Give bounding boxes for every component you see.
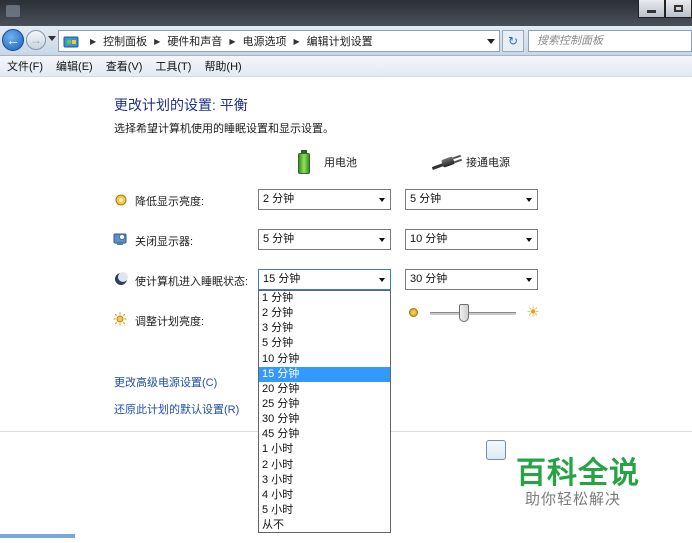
page-description: 选择希望计算机使用的睡眠设置和显示设置。 xyxy=(114,123,334,135)
column-label-battery: 用电池 xyxy=(324,157,357,169)
address-dropdown-button[interactable] xyxy=(487,39,495,44)
address-toolbar: ← → ▶ 控制面板 ▶ 硬件和声音 ▶ 电源选项 ▶ 编辑计划设置 ↻ 搜索控… xyxy=(0,26,692,56)
save-changes-button[interactable] xyxy=(486,440,506,460)
menu-bar: 文件(F) 编辑(E) 查看(V) 工具(T) 帮助(H) xyxy=(0,56,692,77)
back-button[interactable]: ← xyxy=(2,29,24,51)
battery-icon xyxy=(298,150,310,174)
minimize-icon xyxy=(647,9,656,13)
breadcrumb-item[interactable]: 电源选项 xyxy=(242,33,286,49)
sleep-battery-dropdown-list: 1 分钟 2 分钟 3 分钟 5 分钟 10 分钟 15 分钟 20 分钟 25 分钟 30 分… xyxy=(258,290,391,533)
turn-off-display-battery-select[interactable]: 5 分钟 xyxy=(258,229,391,250)
chevron-down-icon xyxy=(526,238,532,242)
chevron-down-icon xyxy=(526,278,532,282)
maximize-icon xyxy=(674,5,683,12)
refresh-icon: ↻ xyxy=(507,34,519,48)
select-value: 5 分钟 xyxy=(263,233,295,245)
chevron-right-icon[interactable]: ▶ xyxy=(293,37,299,46)
chevron-down-icon xyxy=(379,278,385,282)
dropdown-option[interactable]: 15 分钟 xyxy=(259,366,390,382)
select-value: 15 分钟 xyxy=(263,273,301,285)
dropdown-option[interactable]: 3 小时 xyxy=(259,473,390,488)
menu-view[interactable]: 查看(V) xyxy=(99,58,149,74)
dropdown-option[interactable]: 5 小时 xyxy=(259,503,390,518)
select-value: 30 分钟 xyxy=(410,273,448,285)
sleep-icon xyxy=(115,272,128,285)
watermark-title: 百科全说 xyxy=(516,457,640,490)
brightness-high-icon: ☀ xyxy=(526,304,540,321)
advanced-settings-link[interactable]: 更改高级电源设置(C) xyxy=(114,374,217,390)
arrow-right-icon: → xyxy=(30,33,42,47)
address-bar[interactable]: ▶ 控制面板 ▶ 硬件和声音 ▶ 电源选项 ▶ 编辑计划设置 xyxy=(58,30,500,52)
dim-display-battery-select[interactable]: 2 分钟 xyxy=(258,189,391,210)
dropdown-option[interactable]: 45 分钟 xyxy=(259,427,390,442)
monitor-icon xyxy=(113,233,127,245)
dropdown-option[interactable]: 2 分钟 xyxy=(259,306,390,321)
breadcrumb-item[interactable]: 硬件和声音 xyxy=(167,33,222,49)
column-header-battery: 用电池 xyxy=(298,150,357,174)
chevron-down-icon xyxy=(379,238,385,242)
dropdown-option[interactable]: 4 小时 xyxy=(259,488,390,503)
refresh-button[interactable]: ↻ xyxy=(502,30,524,52)
turn-off-display-plugged-select[interactable]: 10 分钟 xyxy=(405,229,538,250)
column-label-plugged: 接通电源 xyxy=(466,157,510,169)
select-value: 2 分钟 xyxy=(263,193,295,205)
chevron-right-icon[interactable]: ▶ xyxy=(90,37,96,46)
menu-file[interactable]: 文件(F) xyxy=(0,58,49,74)
dropdown-option[interactable]: 从不 xyxy=(259,518,390,533)
dropdown-option[interactable]: 1 分钟 xyxy=(259,291,390,306)
select-value: 5 分钟 xyxy=(410,193,442,205)
breadcrumb: ▶ 控制面板 ▶ 硬件和声音 ▶ 电源选项 ▶ 编辑计划设置 xyxy=(83,31,373,51)
title-bar xyxy=(0,0,692,26)
brightness-slider-track[interactable] xyxy=(430,312,516,315)
power-plug-icon xyxy=(431,154,463,170)
column-header-plugged: 接通电源 xyxy=(431,150,510,174)
control-panel-icon xyxy=(63,36,79,48)
setting-label-turn-off-display: 关闭显示器: xyxy=(135,236,194,248)
dropdown-option[interactable]: 10 分钟 xyxy=(259,352,390,367)
dropdown-option[interactable]: 25 分钟 xyxy=(259,397,390,412)
brightness-slider-thumb[interactable] xyxy=(459,304,469,322)
dropdown-option[interactable]: 30 分钟 xyxy=(259,412,390,427)
chevron-right-icon[interactable]: ▶ xyxy=(229,37,235,46)
setting-label-dim-display: 降低显示亮度: xyxy=(135,196,205,208)
window-icon xyxy=(6,5,20,17)
menu-help[interactable]: 帮助(H) xyxy=(197,58,247,74)
sleep-battery-select[interactable]: 15 分钟 xyxy=(258,269,391,290)
brightness-low-icon xyxy=(409,308,418,317)
sleep-plugged-select[interactable]: 30 分钟 xyxy=(405,269,538,290)
dropdown-option[interactable]: 20 分钟 xyxy=(259,382,390,397)
menu-edit[interactable]: 编辑(E) xyxy=(49,58,99,74)
minimize-button[interactable] xyxy=(638,0,665,18)
breadcrumb-item[interactable]: 编辑计划设置 xyxy=(307,33,373,49)
chevron-down-icon xyxy=(379,198,385,202)
arrow-left-icon: ← xyxy=(6,32,20,48)
menu-tools[interactable]: 工具(T) xyxy=(148,58,197,74)
status-strip xyxy=(0,534,75,538)
dropdown-option[interactable]: 2 小时 xyxy=(259,458,390,473)
search-input[interactable]: 搜索控制面板 xyxy=(528,30,692,52)
brightness-icon xyxy=(115,194,127,206)
window-controls xyxy=(638,0,692,18)
chevron-right-icon[interactable]: ▶ xyxy=(154,37,160,46)
page-title: 更改计划的设置: 平衡 xyxy=(114,97,248,113)
maximize-button[interactable] xyxy=(665,0,692,18)
dim-display-plugged-select[interactable]: 5 分钟 xyxy=(405,189,538,210)
forward-button[interactable]: → xyxy=(26,30,46,50)
breadcrumb-item[interactable]: 控制面板 xyxy=(103,33,147,49)
chevron-down-icon xyxy=(526,198,532,202)
setting-label-brightness: 调整计划亮度: xyxy=(135,316,205,328)
dropdown-option[interactable]: 1 小时 xyxy=(259,442,390,457)
recent-pages-dropdown[interactable] xyxy=(48,36,56,41)
restore-defaults-link[interactable]: 还原此计划的默认设置(R) xyxy=(114,401,239,417)
watermark-subtitle: 助你轻松解决 xyxy=(525,491,622,508)
dropdown-option[interactable]: 3 分钟 xyxy=(259,321,390,336)
select-value: 10 分钟 xyxy=(410,233,448,245)
dropdown-option[interactable]: 5 分钟 xyxy=(259,336,390,351)
setting-label-sleep: 使计算机进入睡眠状态: xyxy=(135,276,249,288)
sun-icon xyxy=(113,312,127,326)
